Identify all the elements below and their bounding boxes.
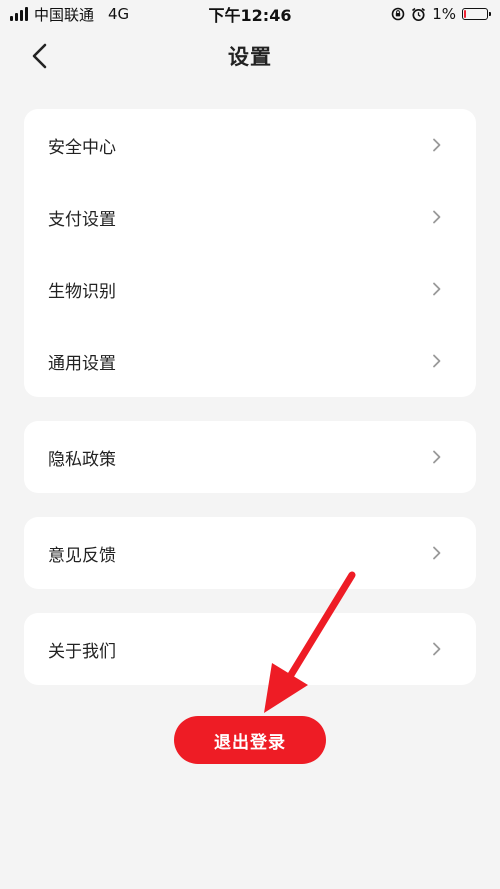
chevron-right-icon xyxy=(433,138,441,152)
carrier-name: 中国联通 xyxy=(34,5,95,24)
network-type: 4G xyxy=(108,5,130,23)
settings-item-feedback[interactable]: 意见反馈 xyxy=(24,517,476,589)
settings-item-label: 安全中心 xyxy=(48,137,116,158)
settings-item-label: 通用设置 xyxy=(48,353,116,374)
signal-icon xyxy=(10,7,28,21)
battery-percent: 1% xyxy=(432,5,456,23)
chevron-right-icon xyxy=(433,642,441,656)
battery-level xyxy=(464,10,466,18)
chevron-left-icon xyxy=(32,43,47,69)
settings-group-about: 关于我们 xyxy=(24,613,476,685)
chevron-right-icon xyxy=(433,282,441,296)
settings-item-about-us[interactable]: 关于我们 xyxy=(24,613,476,685)
status-bar: 中国联通 4G 下午12:46 1% xyxy=(0,0,500,28)
battery-icon xyxy=(462,8,491,20)
settings-item-label: 生物识别 xyxy=(48,281,116,302)
settings-item-label: 隐私政策 xyxy=(48,449,116,470)
settings-item-privacy-policy[interactable]: 隐私政策 xyxy=(24,421,476,493)
settings-item-general-settings[interactable]: 通用设置 xyxy=(24,325,476,397)
rotation-lock-icon xyxy=(391,7,405,21)
chevron-right-icon xyxy=(433,546,441,560)
status-left: 中国联通 4G xyxy=(10,4,129,25)
chevron-right-icon xyxy=(433,210,441,224)
settings-item-payment-settings[interactable]: 支付设置 xyxy=(24,181,476,253)
page-title: 设置 xyxy=(228,45,272,69)
settings-group-privacy: 隐私政策 xyxy=(24,421,476,493)
nav-header: 设置 xyxy=(0,28,500,84)
settings-item-label: 关于我们 xyxy=(48,641,116,662)
back-button[interactable] xyxy=(22,38,58,74)
alarm-icon xyxy=(412,7,426,21)
settings-group-feedback: 意见反馈 xyxy=(24,517,476,589)
logout-button[interactable]: 退出登录 xyxy=(174,716,326,764)
chevron-right-icon xyxy=(433,354,441,368)
chevron-right-icon xyxy=(433,450,441,464)
settings-item-security-center[interactable]: 安全中心 xyxy=(24,109,476,181)
status-right: 1% xyxy=(391,5,491,23)
settings-item-label: 意见反馈 xyxy=(48,545,116,566)
settings-item-biometrics[interactable]: 生物识别 xyxy=(24,253,476,325)
settings-item-label: 支付设置 xyxy=(48,209,116,230)
settings-group-main: 安全中心 支付设置 生物识别 通用设置 xyxy=(24,109,476,397)
